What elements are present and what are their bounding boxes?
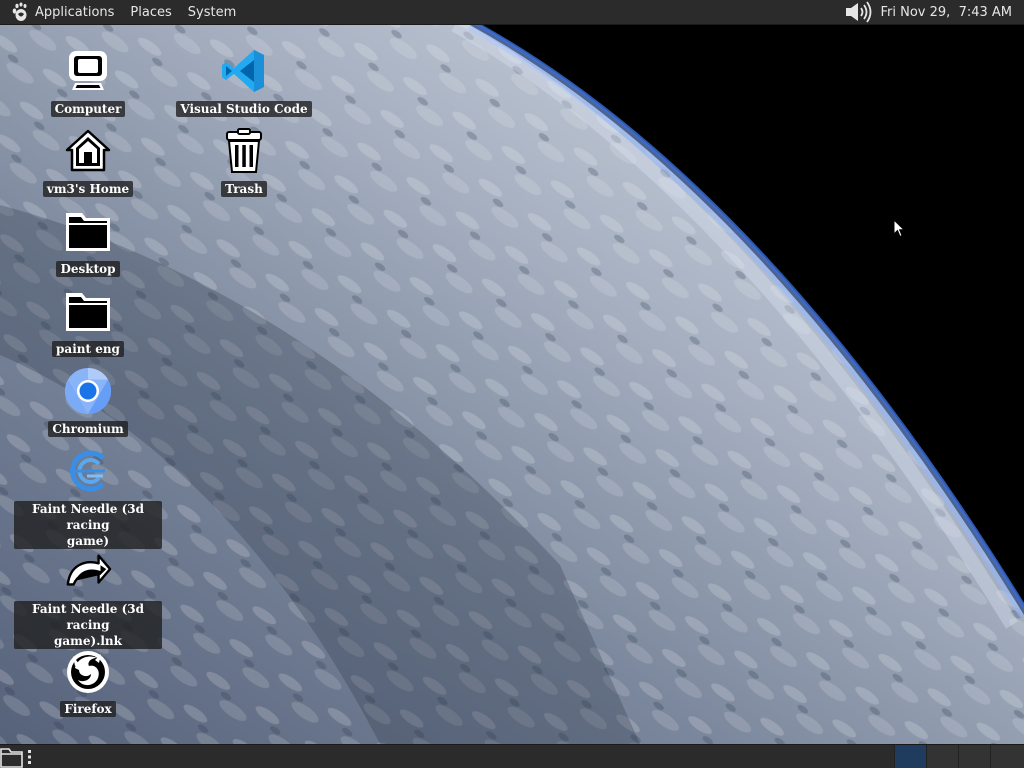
workspace-2[interactable] bbox=[926, 745, 959, 768]
applications-menu[interactable]: Applications bbox=[0, 0, 122, 25]
folder-icon bbox=[64, 287, 112, 335]
game-logo-icon bbox=[64, 447, 112, 495]
desktop-icon-vscode[interactable]: Visual Studio Code bbox=[169, 47, 319, 117]
gnome-foot-icon bbox=[12, 2, 27, 21]
chromium-icon bbox=[64, 367, 112, 415]
panel-drag-handle[interactable] bbox=[27, 749, 32, 765]
places-menu[interactable]: Places bbox=[122, 0, 179, 25]
clock[interactable]: Fri Nov 29, 7:43 AM bbox=[881, 5, 1013, 20]
trash-icon bbox=[220, 127, 268, 175]
desktop-icon-label: Chromium bbox=[48, 421, 128, 437]
folder-icon bbox=[64, 207, 112, 255]
desktop-icon-label: Computer bbox=[50, 101, 126, 117]
home-icon bbox=[64, 127, 112, 175]
workspace-3[interactable] bbox=[958, 745, 991, 768]
desktop-icon-label: Faint Needle (3d racing game).lnk bbox=[14, 601, 162, 649]
desktop-icon-label: Firefox bbox=[60, 701, 116, 717]
computer-icon bbox=[64, 47, 112, 95]
panel-tray: Fri Nov 29, 7:43 AM bbox=[845, 0, 1024, 25]
volume-icon[interactable] bbox=[845, 1, 875, 23]
vscode-icon bbox=[220, 47, 268, 95]
system-menu[interactable]: System bbox=[180, 0, 244, 25]
desktop-icon-faint-needle[interactable]: Faint Needle (3d racing game) bbox=[13, 447, 163, 549]
show-desktop-icon[interactable] bbox=[0, 746, 24, 768]
firefox-icon bbox=[64, 647, 112, 695]
desktop-icon-label: Faint Needle (3d racing game) bbox=[14, 501, 162, 549]
system-label: System bbox=[187, 4, 237, 20]
bottom-panel bbox=[0, 744, 1024, 768]
desktop-icon-label: Visual Studio Code bbox=[176, 101, 312, 117]
applications-label: Applications bbox=[35, 4, 115, 20]
desktop[interactable]: Computer Visual Studio Code vm3's Home T… bbox=[0, 25, 1024, 744]
workspace-1[interactable] bbox=[894, 745, 927, 768]
workspace-4[interactable] bbox=[990, 745, 1024, 768]
main-menu-bar: Applications Places System bbox=[0, 0, 244, 25]
desktop-icon-label: paint eng bbox=[52, 341, 124, 357]
desktop-icon-label: vm3's Home bbox=[42, 181, 134, 197]
mouse-cursor-icon bbox=[893, 219, 905, 238]
desktop-icon-label: Trash bbox=[221, 181, 267, 197]
desktop-icon-desktop-folder[interactable]: Desktop bbox=[13, 207, 163, 277]
desktop-icon-home[interactable]: vm3's Home bbox=[13, 127, 163, 197]
places-label: Places bbox=[130, 4, 172, 20]
desktop-icon-faint-needle-lnk[interactable]: Faint Needle (3d racing game).lnk bbox=[13, 547, 163, 649]
shortcut-arrow-icon bbox=[64, 547, 112, 595]
desktop-icon-label: Desktop bbox=[56, 261, 120, 277]
desktop-icon-chromium[interactable]: Chromium bbox=[13, 367, 163, 437]
desktop-icon-paint-eng[interactable]: paint eng bbox=[13, 287, 163, 357]
top-panel: Applications Places System Fri Nov 29, 7… bbox=[0, 0, 1024, 25]
desktop-icon-trash[interactable]: Trash bbox=[169, 127, 319, 197]
desktop-icon-firefox[interactable]: Firefox bbox=[13, 647, 163, 717]
desktop-icon-computer[interactable]: Computer bbox=[13, 47, 163, 117]
